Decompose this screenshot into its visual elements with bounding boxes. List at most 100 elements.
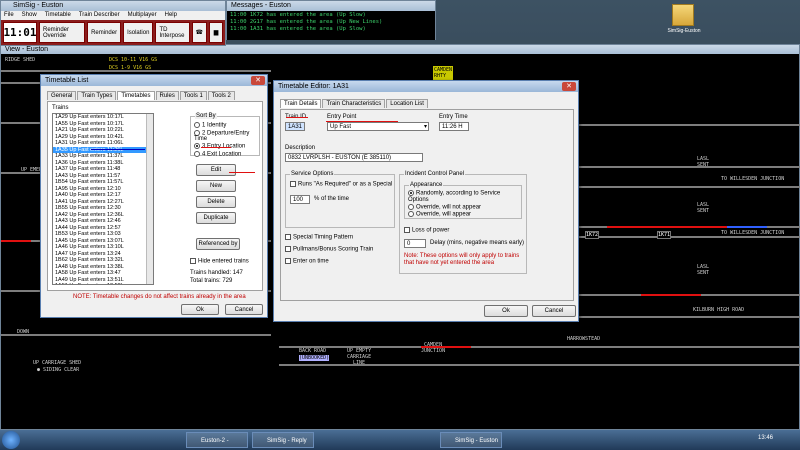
sidings-label: RIDGE SHED — [5, 57, 36, 63]
service-options-group: Service Options Runs "As Required" or as… — [285, 171, 395, 228]
cancel-button[interactable]: Cancel — [532, 305, 576, 317]
close-icon[interactable]: ✕ — [251, 76, 265, 85]
message-line: 11:00 1K72 has entered the area (Up Slow… — [230, 12, 366, 18]
tab-timetables[interactable]: Timetables — [117, 91, 155, 100]
line-label: UP EMPTY CARRIAGE LINE — [347, 348, 372, 366]
listbox-scrollbar[interactable] — [146, 114, 153, 284]
tab-location-list[interactable]: Location List — [386, 99, 428, 108]
hide-entered-checkbox[interactable]: Hide entered trains — [190, 258, 249, 265]
referenced-by-button[interactable]: Referenced by — [196, 238, 240, 250]
sort-option-radio[interactable]: 4 Exit Location — [194, 150, 259, 158]
taskbar-item[interactable]: SimSig - Reply T... — [252, 432, 314, 448]
track — [1, 334, 271, 336]
menu-timetable[interactable]: Timetable — [45, 11, 71, 20]
annotation-underline — [201, 147, 231, 148]
loss-of-power-checkbox[interactable]: Loss of power — [404, 227, 449, 234]
entry-time-field[interactable]: 11:26 H — [439, 122, 469, 131]
messages-window: Messages - Euston 11:00 1K72 has entered… — [226, 0, 436, 40]
description-field[interactable]: 0832 LVRPLSH - EUSTON (E 385110) — [285, 153, 423, 162]
appearance-options: Randomly, according to Service Options Ov… — [405, 186, 521, 218]
train-list-item[interactable]: 1A51 Up Fast enters 13:58L — [53, 283, 153, 284]
train-details-panel: Train ID 1A31 Entry Point Up Fast▾ Entry… — [280, 109, 574, 301]
sort-option-label: 4 Exit Location — [202, 151, 242, 158]
special-timing-checkbox[interactable]: Special Timing Pattern — [285, 234, 353, 241]
destination-label: TO WILLESDEN JUNCTION — [721, 230, 785, 236]
reminder-button[interactable]: Reminder — [87, 22, 122, 43]
isolation-button[interactable]: Isolation — [123, 22, 154, 43]
trains-listbox[interactable]: 1A29 Up Fast enters 10:17L 1A55 Up Fast e… — [52, 113, 154, 285]
sort-options: 1 Identity2 Departure/Entry Time3 Entry … — [191, 117, 259, 157]
sort-option-radio[interactable]: 1 Identity — [194, 122, 259, 129]
cancel-button[interactable]: Cancel — [225, 304, 263, 315]
pullmans-checkbox[interactable]: Pullmans/Bonus Scoring Train — [285, 246, 373, 253]
ok-button[interactable]: Ok — [484, 305, 528, 317]
ok-button[interactable]: Ok — [181, 304, 219, 315]
percent-spinner[interactable]: 100 — [290, 195, 310, 204]
td-berth: 1K72 — [585, 231, 600, 239]
sort-by-group: Sort By 1 Identity 2 Departure/Entry Time… — [190, 113, 260, 157]
timetable-editor-dialog: Timetable Editor: 1A31 ✕ Train Details T… — [273, 80, 579, 322]
view-title: View - Euston — [1, 45, 799, 54]
delete-button[interactable]: Delete — [196, 196, 236, 208]
appearance-option-label: Randomly, according to Service Options — [408, 190, 501, 203]
simsig-control-window: SimSig - Euston File Show Timetable Trai… — [0, 0, 226, 46]
station-label: KILBURN HIGH ROAD — [693, 307, 745, 313]
phone-book-icon[interactable]: ▆ — [209, 22, 224, 43]
menu-multiplayer[interactable]: Multiplayer — [128, 11, 157, 20]
route-blue — [727, 226, 767, 228]
control-toolbar: 11:01 Reminder Override Reminder Isolati… — [1, 20, 225, 45]
menu-train-describer[interactable]: Train Describer — [79, 11, 120, 20]
tab-rules[interactable]: Rules — [155, 91, 179, 100]
td-berth: 1K71 — [657, 231, 672, 239]
reminder-override-button[interactable]: Reminder Override — [39, 22, 86, 43]
appearance-option-radio[interactable]: Override, will not appear — [408, 203, 521, 210]
taskbar: Euston-2 - Timeta... SimSig - Reply T...… — [0, 430, 800, 450]
runs-as-required-checkbox[interactable]: Runs "As Required" or as a Special — [290, 181, 392, 188]
tab-tools-2[interactable]: Tools 2 — [207, 91, 235, 100]
tab-general[interactable]: General — [47, 91, 77, 100]
tab-train-characteristics[interactable]: Train Characteristics — [322, 99, 386, 108]
messages-title: Messages - Euston — [227, 1, 435, 11]
dcs-label-1: DCS 10-11 V16 GS — [109, 57, 158, 63]
enter-on-time-checkbox[interactable]: Enter on time — [285, 258, 329, 265]
junction-label: HARROWSTEAD — [567, 336, 601, 342]
new-button[interactable]: New — [196, 180, 236, 192]
sort-option-radio[interactable]: 2 Departure/Entry Time — [194, 129, 259, 142]
appearance-option-radio[interactable]: Randomly, according to Service Options — [408, 190, 521, 203]
tab-train-details[interactable]: Train Details — [280, 99, 322, 108]
taskbar-item[interactable]: Euston-2 - Timeta... — [186, 432, 248, 448]
tab-train-types[interactable]: Train Types — [77, 91, 117, 100]
system-clock[interactable]: 13:46 — [758, 435, 773, 441]
route-red — [641, 294, 701, 296]
sim-clock[interactable]: 11:01 — [3, 22, 37, 43]
taskbar-item[interactable]: SimSig - Euston — [440, 432, 502, 448]
tab-tools-1[interactable]: Tools 1 — [179, 91, 207, 100]
timetable-list-dialog: Timetable List ✕ General Train Types Tim… — [40, 74, 268, 318]
desktop-folder-icon[interactable] — [672, 4, 694, 26]
appearance-label: Appearance — [409, 182, 444, 188]
track — [1, 70, 271, 72]
menu-show[interactable]: Show — [22, 11, 37, 20]
percent-label: % of the time — [314, 196, 350, 202]
delay-spinner[interactable]: 0 — [404, 239, 426, 248]
close-icon[interactable]: ✕ — [562, 82, 576, 91]
menu-file[interactable]: File — [4, 11, 14, 20]
route-red — [607, 226, 727, 228]
track — [579, 236, 800, 238]
phone-icon[interactable]: ☎ — [191, 22, 207, 43]
messages-log: 11:00 1K72 has entered the area (Up Slow… — [227, 11, 435, 40]
menu-help[interactable]: Help — [165, 11, 177, 20]
timetable-note: NOTE: Timetable changes do not affect tr… — [73, 294, 246, 300]
td-interpose-button[interactable]: TD Interpose — [155, 22, 190, 43]
trains-label: Trains — [52, 105, 69, 111]
dialog-title-text: Timetable Editor: 1A31 — [278, 83, 349, 90]
appearance-option-radio[interactable]: Override, will appear — [408, 211, 521, 218]
train-id-field[interactable]: 1A31 — [285, 122, 305, 131]
description-label: Description — [285, 145, 316, 151]
edit-button[interactable]: Edit — [196, 164, 236, 176]
route-red — [1, 240, 31, 242]
duplicate-button[interactable]: Duplicate — [196, 212, 236, 224]
entry-point-select[interactable]: Up Fast ▾ — [327, 122, 429, 131]
siding-clear-indicator: ● SIDING CLEAR — [37, 367, 80, 373]
start-button[interactable] — [2, 431, 20, 449]
